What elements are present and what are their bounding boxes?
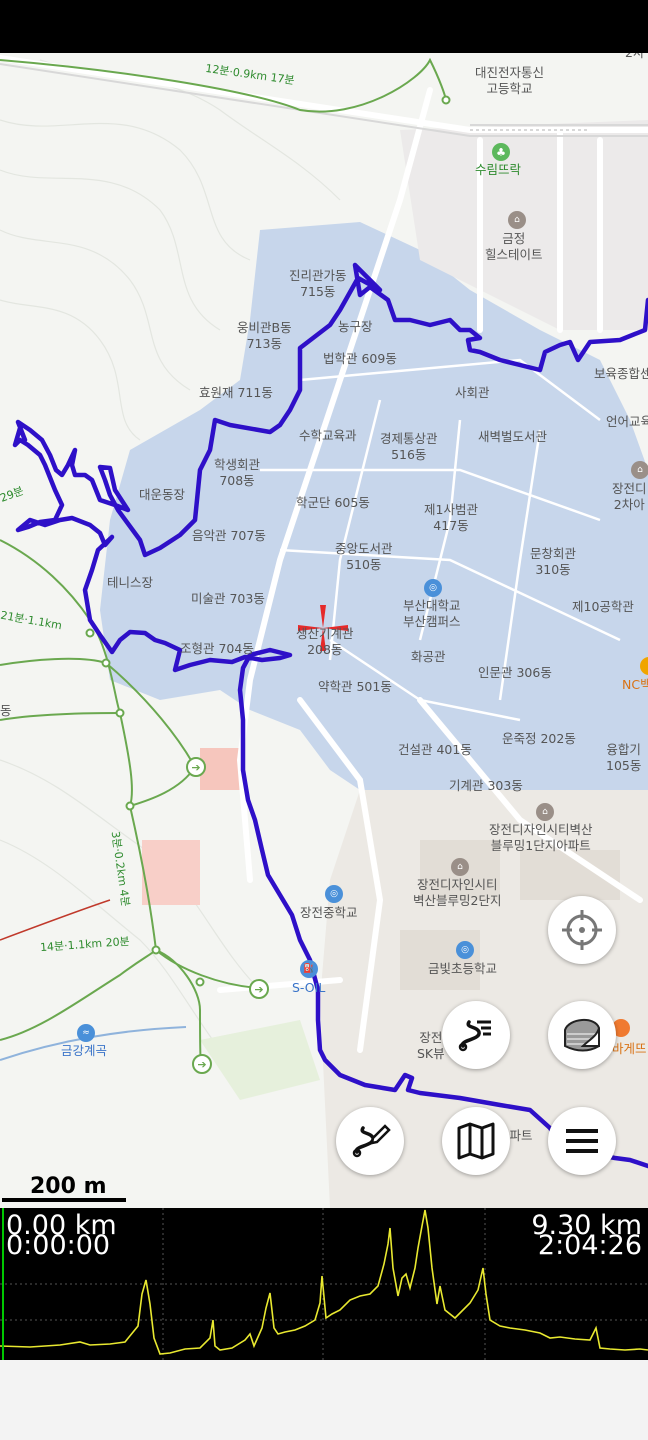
label-geumbit: 금빛초등학교 [428, 961, 498, 976]
edit-route-icon [352, 1124, 391, 1158]
label-munchang: 문창회관 310동 [530, 546, 577, 577]
label-surim: 수림뜨락 [475, 162, 522, 177]
label-geonseol: 건설관 401동 [398, 742, 472, 757]
label-johyeong: 조형관 704동 [180, 641, 254, 656]
label-eumak: 음악관 707동 [192, 528, 266, 543]
label-je10: 제10공학관 [572, 599, 634, 614]
label-jangjeon-design2: 장전디자인시티 벽산블루밍2단지 [413, 877, 502, 908]
map-select-button[interactable] [442, 1107, 510, 1175]
end-time: 2:04:26 [537, 1230, 642, 1261]
label-saengsan: 생산기계관 208동 [296, 626, 354, 657]
label-jangjeon2: 장전디 2차아 [612, 481, 647, 512]
label-jangjeon-design1: 장전디자인시티벽산 블루밍1단지아파트 [489, 822, 593, 853]
label-inmun: 인문관 306동 [478, 665, 552, 680]
building-icon: ⌂ [536, 803, 554, 821]
label-daejin: 대진전자통신 고등학교 [475, 65, 545, 96]
building-icon: ⌂ [508, 211, 526, 229]
label-nc: NC백 [622, 677, 648, 692]
label-gyeongje: 경제통상관 516동 [380, 431, 438, 462]
trail-waypoint-icon[interactable]: ➔ [249, 979, 269, 999]
label-bakery: 바게뜨 [612, 1041, 647, 1056]
label-jungang: 중앙도서관 510동 [335, 541, 393, 572]
map-view[interactable]: 대진전자통신 고등학교 2차 수림뜨락 ♣ ⌂ 금정 힐스테이트 진리관가동 7… [0, 53, 648, 1208]
bottom-area [0, 1360, 648, 1440]
crosshair-icon [562, 910, 602, 950]
route-list-icon [458, 1020, 491, 1052]
label-hwagong: 화공관 [411, 649, 446, 664]
label-misul: 미술관 703동 [191, 591, 265, 606]
label-unjukjeong: 운죽정 202동 [502, 731, 576, 746]
label-pnu: 부산대학교 부산캠퍼스 [403, 598, 461, 629]
label-sol: S-OIL [292, 980, 326, 995]
menu-icon [566, 1129, 598, 1153]
layers-button[interactable] [548, 1001, 616, 1069]
label-hakgundan: 학군단 605동 [296, 495, 370, 510]
label-sahoegwan: 사회관 [455, 385, 490, 400]
trail-waypoint-icon[interactable]: ➔ [186, 757, 206, 777]
label-dong: 동 [0, 703, 12, 718]
label-tennis: 테니스장 [107, 575, 154, 590]
label-jinrigwan: 진리관가동 715동 [289, 268, 347, 299]
label-yakhak: 약학관 501동 [318, 679, 392, 694]
label-nonggujang: 농구장 [338, 319, 373, 334]
label-ungbigwan: 웅비관B동 713동 [237, 320, 292, 351]
park-icon: ♣ [492, 143, 510, 161]
label-top-right: 2차 [625, 53, 644, 61]
menu-button[interactable] [548, 1107, 616, 1175]
elevation-profile[interactable]: 0.00 km 0:00:00 9.30 km 2:04:26 [0, 1208, 648, 1360]
building-icon: ⌂ [631, 461, 648, 479]
scale-label: 200 m [30, 1174, 107, 1199]
label-geumgang: 금강계곡 [61, 1043, 108, 1058]
trail-waypoint-icon[interactable]: ➔ [192, 1054, 212, 1074]
label-suhakgyoyuk: 수학교육과 [299, 428, 357, 443]
label-gigye: 기계관 303동 [449, 778, 523, 793]
layers-icon [564, 1019, 600, 1052]
edit-route-button[interactable] [336, 1107, 404, 1175]
school-icon: ◎ [325, 885, 343, 903]
label-hyowonjae: 효원재 711동 [199, 385, 273, 400]
label-jangjeon-middle: 장전중학교 [300, 905, 358, 920]
valley-icon: ≈ [77, 1024, 95, 1042]
label-eoneo: 언어교육 [606, 414, 648, 429]
locate-button[interactable] [548, 896, 616, 964]
label-boyuk: 보육종합센 [594, 366, 648, 381]
label-geumjeong-hillstate: 금정 힐스테이트 [485, 231, 543, 262]
route-list-button[interactable] [442, 1001, 510, 1069]
label-jangjeon-sk: 장전 SK뷰 [417, 1030, 445, 1061]
label-saebyeok: 새벽벌도서관 [478, 429, 548, 444]
map-icon [457, 1122, 495, 1160]
label-daeundongjang: 대운동장 [139, 487, 186, 502]
building-icon: ⌂ [451, 858, 469, 876]
label-haksaeng: 학생회관 708동 [214, 457, 261, 488]
start-time: 0:00:00 [6, 1230, 111, 1261]
scale-bar-line [2, 1198, 126, 1202]
status-bar [0, 0, 648, 53]
school-icon: ◎ [456, 941, 474, 959]
label-yunghap: 융합기 105동 [606, 742, 642, 773]
gas-station-icon: ⛽ [300, 960, 318, 978]
label-beophakgwan: 법학관 609동 [323, 351, 397, 366]
school-icon: ◎ [424, 579, 442, 597]
label-je1sabeom: 제1사범관 417동 [424, 502, 478, 533]
